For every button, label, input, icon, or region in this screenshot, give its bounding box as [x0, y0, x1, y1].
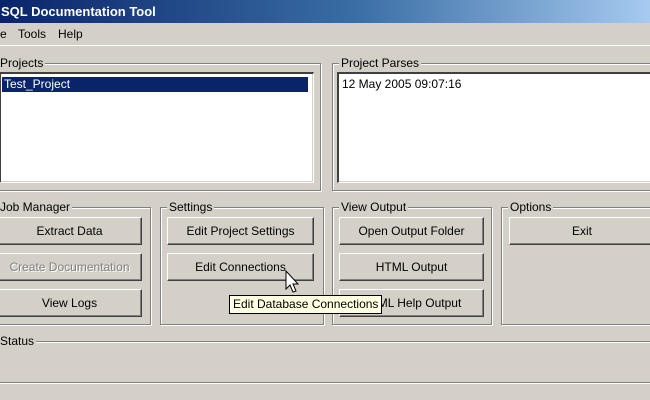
options-label: Options — [508, 200, 554, 214]
title-bar[interactable]: SQL Documentation Tool — [0, 0, 650, 23]
extract-data-button[interactable]: Extract Data — [0, 217, 142, 245]
view-output-label: View Output — [339, 200, 409, 214]
project-parses-group: Project Parses 12 May 2005 09:07:16 — [332, 56, 650, 191]
status-label: Status — [0, 334, 37, 348]
menu-tools[interactable]: Tools — [18, 27, 46, 41]
window-title: SQL Documentation Tool — [1, 4, 156, 19]
menu-file[interactable]: e — [0, 27, 7, 41]
options-group: Options Exit — [501, 200, 650, 325]
app-window: SQL Documentation Tool e Tools Help Proj… — [0, 0, 650, 400]
mouse-cursor-icon — [285, 270, 300, 293]
project-parses-list[interactable]: 12 May 2005 09:07:16 — [337, 72, 650, 183]
status-group: Status — [0, 334, 650, 383]
projects-label: Projects — [0, 56, 46, 70]
view-logs-button[interactable]: View Logs — [0, 289, 142, 317]
edit-project-settings-button[interactable]: Edit Project Settings — [167, 217, 314, 245]
open-output-folder-button[interactable]: Open Output Folder — [339, 217, 484, 245]
project-parses-label: Project Parses — [339, 56, 422, 70]
settings-label: Settings — [167, 200, 215, 214]
html-output-button[interactable]: HTML Output — [339, 253, 484, 281]
project-item-test-project[interactable]: Test_Project — [2, 77, 308, 92]
projects-group: Projects Test_Project — [0, 56, 321, 191]
menu-help[interactable]: Help — [58, 27, 83, 41]
job-manager-group: Job Manager Extract Data Create Document… — [0, 200, 151, 325]
exit-button[interactable]: Exit — [509, 217, 650, 245]
edit-connections-tooltip: Edit Database Connections — [229, 295, 383, 314]
menu-bar: e Tools Help — [0, 23, 650, 46]
job-manager-label: Job Manager — [0, 200, 73, 214]
create-documentation-button: Create Documentation — [0, 253, 142, 281]
parse-item[interactable]: 12 May 2005 09:07:16 — [340, 77, 461, 92]
projects-list[interactable]: Test_Project — [0, 72, 314, 183]
